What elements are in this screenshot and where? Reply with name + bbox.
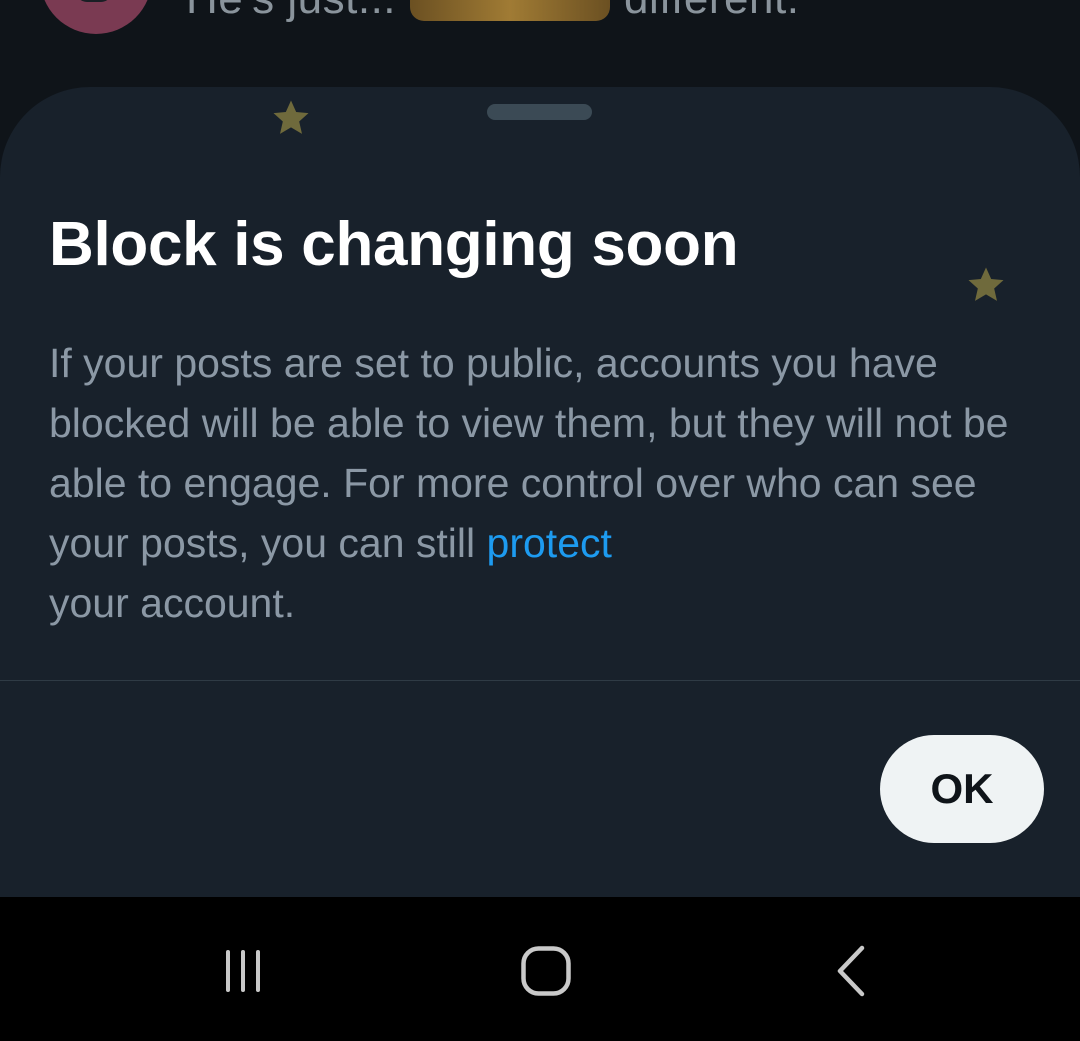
star-icon (271, 98, 311, 138)
home-icon[interactable] (506, 931, 586, 1011)
avatar (40, 0, 152, 34)
screen: He's just... different. Block is changing… (0, 0, 1080, 1041)
recents-icon[interactable] (203, 931, 283, 1011)
background-post-text-start: He's just... (186, 0, 396, 23)
emoji (410, 0, 611, 22)
back-icon[interactable] (810, 931, 890, 1011)
navigation-bar (0, 897, 1080, 1041)
ok-button[interactable]: OK (880, 735, 1044, 843)
sheet-title: Block is changing soon (49, 210, 739, 279)
sheet-body: If your posts are set to public, account… (49, 333, 1049, 633)
sheet-body-text-end: your account. (49, 580, 296, 626)
background-post-text-end: different. (624, 0, 799, 23)
divider (0, 680, 1080, 681)
protect-link[interactable]: protect (487, 520, 612, 566)
drag-handle[interactable] (487, 104, 592, 120)
background-post-text: He's just... different. (186, 0, 799, 24)
star-icon (966, 265, 1006, 305)
bottom-sheet: Block is changing soon If your posts are… (0, 87, 1080, 897)
